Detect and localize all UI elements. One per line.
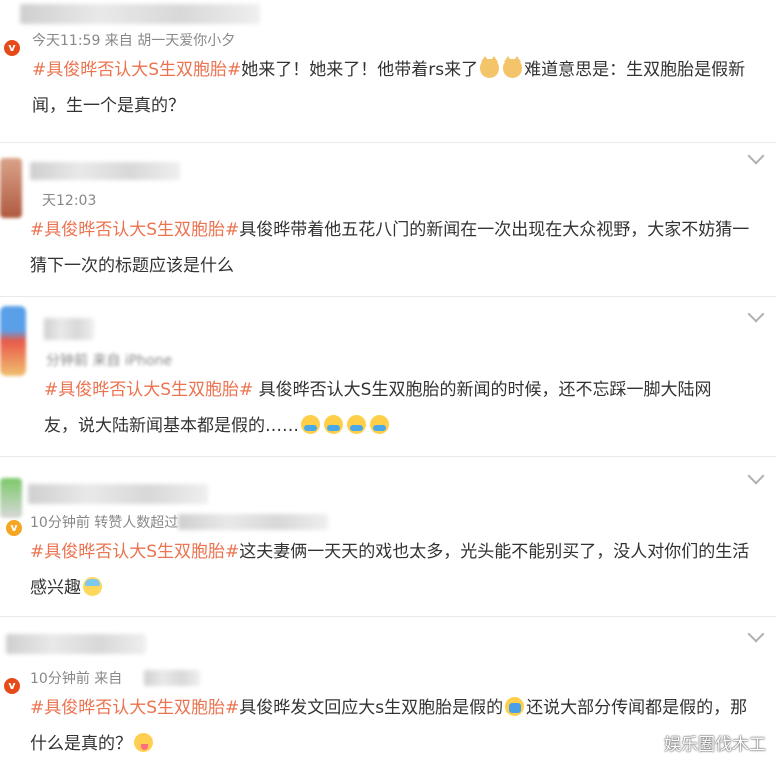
comment-1: v 今天11:59 来自 胡一天爱你小夕 #具俊晔否认大S生双胞胎#她来了！她来… bbox=[0, 0, 776, 140]
crying-icon bbox=[370, 415, 389, 434]
comment-meta: 今天11:59 来自 胡一天爱你小夕 bbox=[32, 33, 236, 49]
comment-meta: 天12:03 bbox=[42, 193, 97, 209]
chevron-down-icon[interactable] bbox=[747, 305, 765, 323]
comment-meta: 10分钟前 转赞人数超过 bbox=[30, 515, 179, 531]
crying-icon bbox=[347, 415, 366, 434]
fearful-icon bbox=[83, 577, 102, 596]
watermark: 娱乐圈伐木工 bbox=[664, 735, 766, 755]
comment-4: v 10分钟前 转赞人数超过 #具俊晔否认大S生双胞胎#这夫妻俩一天天的戏也太多… bbox=[0, 462, 776, 612]
hashtag-link[interactable]: #具俊晔否认大S生双胞胎# bbox=[30, 698, 239, 718]
divider bbox=[0, 616, 776, 617]
crying-icon bbox=[301, 415, 320, 434]
comment-meta: 10分钟前 来自 bbox=[30, 671, 123, 687]
hashtag-link[interactable]: #具俊晔否认大S生双胞胎# bbox=[30, 542, 239, 562]
comment-body: #具俊晔否认大S生双胞胎#具俊晔发文回应大s生双胞胎是假的 还说大部分传闻都是假的… bbox=[30, 690, 760, 762]
comment-3: 分钟前 来自 iPhone #具俊晔否认大S生双胞胎# 具俊晔否认大S生双胞胎的… bbox=[0, 300, 776, 450]
crying-icon bbox=[324, 415, 343, 434]
verified-badge-icon: v bbox=[6, 520, 22, 536]
yum-icon bbox=[134, 733, 153, 752]
verified-badge-icon: v bbox=[4, 678, 20, 694]
blurred-meta bbox=[178, 514, 328, 530]
comment-text: 具俊晔发文回应大s生双胞胎是假的 bbox=[239, 698, 504, 718]
chevron-down-icon[interactable] bbox=[747, 467, 765, 485]
avatar bbox=[0, 158, 22, 218]
comment-2: 天12:03 #具俊晔否认大S生双胞胎#具俊晔带着他五花八门的新闻在一次出现在大… bbox=[0, 147, 776, 290]
cat-icon bbox=[503, 56, 523, 78]
avatar bbox=[0, 306, 26, 376]
hashtag-link[interactable]: #具俊晔否认大S生双胞胎# bbox=[32, 60, 241, 80]
blurred-username bbox=[30, 162, 180, 180]
blurred-username bbox=[6, 634, 146, 654]
comment-body: #具俊晔否认大S生双胞胎#这夫妻俩一天天的戏也太多，光头能不能别买了，没人对你们… bbox=[30, 534, 760, 606]
blurred-meta bbox=[144, 670, 200, 686]
facepalm-icon bbox=[505, 697, 525, 716]
comment-body: #具俊晔否认大S生双胞胎# 具俊晔否认大S生双胞胎的新闻的时候，还不忘踩一脚大陆… bbox=[44, 372, 744, 444]
comment-5: v 10分钟前 来自 #具俊晔否认大S生双胞胎#具俊晔发文回应大s生双胞胎是假的… bbox=[0, 620, 776, 763]
comment-text: 她来了！她来了！他带着rs来了 bbox=[241, 60, 479, 80]
verified-badge-icon: v bbox=[4, 40, 20, 56]
divider bbox=[0, 456, 776, 457]
cat-icon bbox=[480, 56, 500, 78]
comment-body: #具俊晔否认大S生双胞胎#具俊晔带着他五花八门的新闻在一次出现在大众视野，大家不… bbox=[30, 212, 760, 284]
blurred-username bbox=[44, 318, 94, 340]
hashtag-link[interactable]: #具俊晔否认大S生双胞胎# bbox=[30, 220, 239, 240]
chevron-down-icon[interactable] bbox=[747, 147, 765, 165]
hashtag-link[interactable]: #具俊晔否认大S生双胞胎# bbox=[44, 380, 253, 400]
divider bbox=[0, 142, 776, 143]
chevron-down-icon[interactable] bbox=[747, 625, 765, 643]
blurred-username bbox=[20, 4, 260, 24]
blurred-username bbox=[28, 484, 208, 504]
comment-body: #具俊晔否认大S生双胞胎#她来了！她来了！他带着rs来了 难道意思是：生双胞胎是假… bbox=[32, 52, 762, 124]
divider bbox=[0, 296, 776, 297]
avatar bbox=[0, 478, 22, 518]
comment-meta: 分钟前 来自 iPhone bbox=[46, 353, 173, 369]
